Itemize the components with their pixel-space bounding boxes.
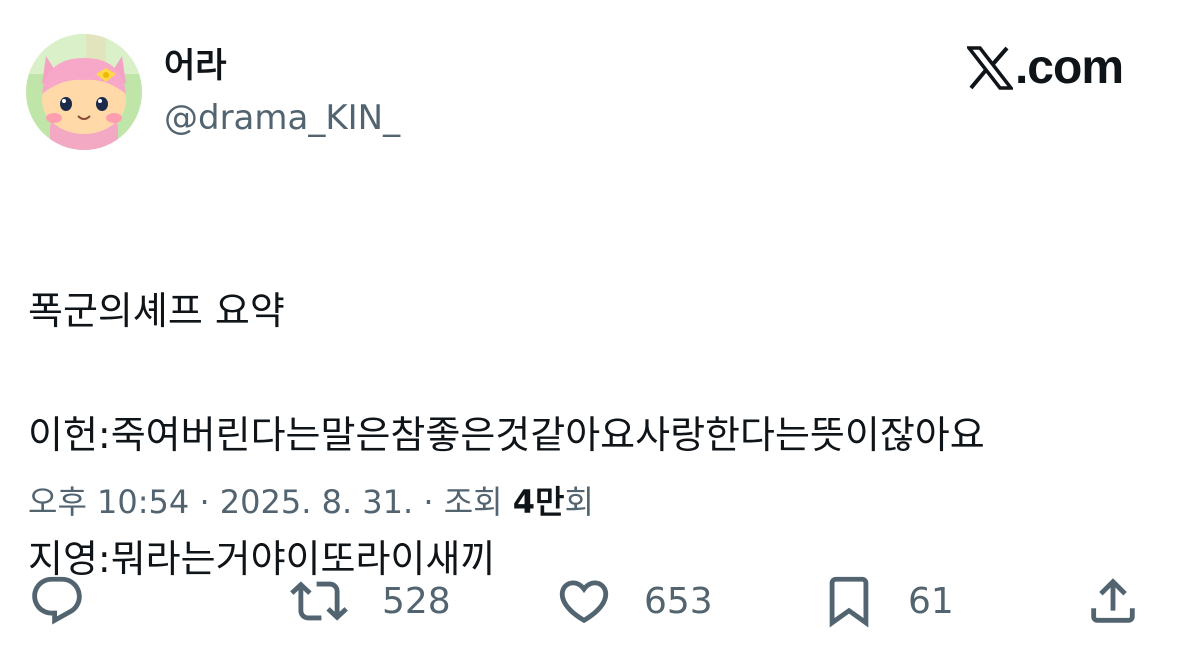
action-bar: 528 653 61 — [0, 566, 1179, 636]
share-icon — [1091, 578, 1135, 623]
tweet-time[interactable]: 오후 10:54 — [28, 483, 189, 521]
retweet-icon — [290, 581, 348, 621]
tweet-date[interactable]: 2025. 8. 31. — [220, 483, 413, 521]
heart-icon — [559, 580, 609, 624]
bookmark-icon — [829, 576, 869, 628]
author-info[interactable]: 어라 @drama_KIN_ — [164, 42, 400, 142]
bookmark-button[interactable]: 61 — [820, 566, 954, 636]
retweet-button[interactable]: 528 — [286, 566, 451, 636]
tweet-meta: 오후 10:54 · 2025. 8. 31. · 조회 4만회 — [28, 478, 594, 526]
tweet-line: 이헌:죽여버린다는말은참좋은것같아요사랑한다는뜻이잖아요 — [28, 413, 985, 457]
x-com-logo: .com — [966, 40, 1124, 95]
reply-button[interactable] — [28, 566, 86, 636]
retweet-count: 528 — [382, 580, 451, 622]
pink-cat-avatar-icon — [26, 34, 142, 150]
display-name[interactable]: 어라 — [164, 42, 400, 90]
tweet-line: 폭군의셰프 요약 — [28, 289, 285, 333]
meta-separator: · — [413, 483, 444, 521]
meta-separator: · — [189, 483, 220, 521]
like-button[interactable]: 653 — [554, 566, 713, 636]
views-count: 4만 — [512, 483, 565, 521]
bookmark-count: 61 — [908, 580, 954, 622]
avatar[interactable] — [26, 34, 142, 150]
share-button[interactable] — [1084, 566, 1142, 636]
views-label: 조회 — [443, 483, 513, 521]
x-logo-icon — [966, 45, 1013, 90]
user-handle[interactable]: @drama_KIN_ — [164, 94, 400, 142]
like-count: 653 — [644, 580, 713, 622]
reply-icon — [32, 576, 82, 625]
logo-text: .com — [1014, 41, 1124, 94]
views-suffix: 회 — [564, 483, 594, 521]
